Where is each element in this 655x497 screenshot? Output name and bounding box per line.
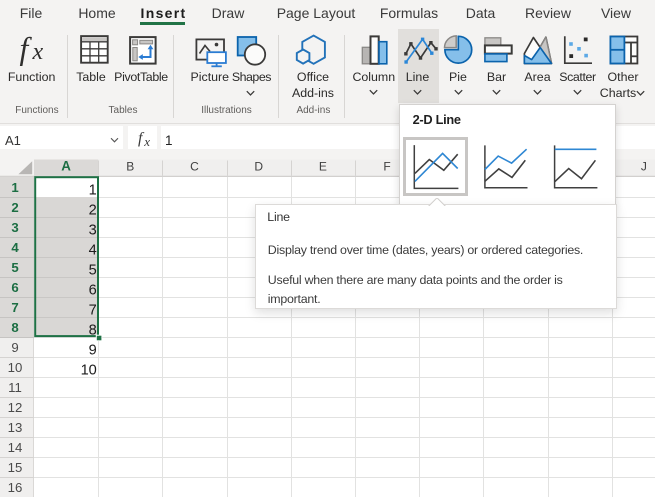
svg-text:1: 1	[11, 180, 18, 195]
svg-text:7: 7	[11, 300, 18, 315]
svg-text:13: 13	[8, 420, 23, 435]
svg-text:10: 10	[81, 362, 97, 378]
svg-text:9: 9	[11, 340, 18, 355]
svg-text:3: 3	[11, 220, 18, 235]
svg-text:4: 4	[89, 242, 97, 258]
svg-text:5: 5	[89, 262, 97, 278]
svg-text:5: 5	[11, 260, 18, 275]
svg-text:11: 11	[8, 380, 22, 395]
svg-text:6: 6	[11, 280, 18, 295]
svg-text:J: J	[641, 159, 647, 173]
svg-text:C: C	[190, 159, 199, 173]
svg-text:B: B	[126, 159, 134, 173]
svg-text:D: D	[254, 159, 263, 173]
svg-text:8: 8	[11, 320, 18, 335]
svg-text:F: F	[383, 159, 390, 173]
svg-text:7: 7	[89, 302, 97, 318]
svg-text:6: 6	[89, 282, 97, 298]
svg-text:4: 4	[11, 240, 19, 255]
svg-text:14: 14	[8, 440, 23, 455]
svg-text:9: 9	[89, 342, 97, 358]
svg-text:2: 2	[89, 202, 97, 218]
svg-text:16: 16	[8, 480, 23, 495]
svg-text:2: 2	[11, 200, 18, 215]
svg-text:15: 15	[8, 460, 23, 475]
svg-text:3: 3	[89, 222, 97, 238]
svg-text:1: 1	[89, 182, 97, 198]
svg-text:E: E	[319, 159, 327, 173]
svg-text:A: A	[61, 158, 71, 173]
svg-text:10: 10	[8, 360, 23, 375]
svg-text:8: 8	[89, 322, 97, 338]
svg-text:12: 12	[8, 400, 23, 415]
